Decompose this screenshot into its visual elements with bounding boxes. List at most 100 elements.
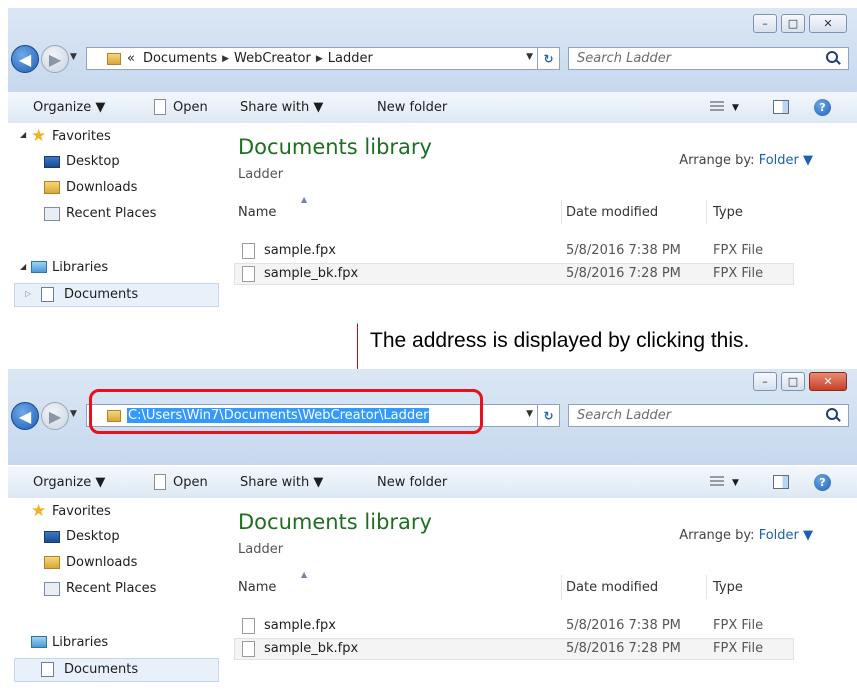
forward-button[interactable]: ▶ <box>41 45 69 73</box>
help-icon[interactable]: ? <box>814 99 831 116</box>
column-divider[interactable] <box>561 200 562 224</box>
nav-desktop[interactable]: Desktop <box>66 154 120 169</box>
open-button[interactable]: Open <box>173 100 208 115</box>
nav-recent-places[interactable]: Recent Places <box>66 206 156 221</box>
folder-icon <box>107 52 121 65</box>
breadcrumb-separator-icon[interactable]: ▶ <box>316 54 323 64</box>
views-icon[interactable] <box>710 476 724 488</box>
help-icon[interactable]: ? <box>814 474 831 491</box>
nav-libraries[interactable]: Libraries <box>52 260 108 275</box>
file-icon <box>242 243 255 259</box>
column-type[interactable]: Type <box>713 580 743 595</box>
back-button[interactable]: ◀ <box>11 45 39 73</box>
file-name[interactable]: sample.fpx <box>264 243 336 258</box>
search-box[interactable]: Search Ladder <box>568 47 849 70</box>
favorites-expanded-icon[interactable]: ◢ <box>20 130 26 139</box>
command-bar: Organize ▼ Open Share with ▼ New folder … <box>8 92 857 124</box>
file-list-pane: Documents library Ladder Arrange by: Fol… <box>220 498 857 697</box>
search-icon[interactable] <box>826 407 842 424</box>
documents-icon <box>41 287 54 302</box>
documents-collapsed-icon[interactable]: ▷ <box>25 289 31 298</box>
address-dropdown-icon[interactable]: ▼ <box>526 52 533 62</box>
desktop-icon <box>44 156 60 168</box>
nav-documents[interactable]: Documents <box>64 287 138 302</box>
organize-button[interactable]: Organize ▼ <box>33 475 105 490</box>
file-name[interactable]: sample_bk.fpx <box>264 266 358 281</box>
navigation-pane: ★ Favorites Desktop Downloads Recent Pla… <box>8 498 220 697</box>
share-with-button[interactable]: Share with ▼ <box>240 475 323 490</box>
window-controls: – □ ✕ <box>749 372 847 391</box>
recent-pages-dropdown[interactable]: ▼ <box>70 409 77 419</box>
column-name[interactable]: Name <box>238 580 276 595</box>
address-dropdown-icon[interactable]: ▼ <box>526 409 533 419</box>
search-input[interactable]: Search Ladder <box>577 51 826 66</box>
new-folder-button[interactable]: New folder <box>377 475 447 490</box>
file-name[interactable]: sample.fpx <box>264 618 336 633</box>
search-input[interactable]: Search Ladder <box>577 408 826 423</box>
breadcrumb-ladder[interactable]: Ladder <box>328 51 373 66</box>
arrange-by-dropdown[interactable]: Folder ▼ <box>759 153 813 168</box>
views-icon[interactable] <box>710 101 724 113</box>
address-bar[interactable]: « Documents ▶ WebCreator ▶ Ladder ▼ <box>86 47 538 70</box>
nav-recent-places[interactable]: Recent Places <box>66 581 156 596</box>
breadcrumb-documents[interactable]: Documents <box>143 51 217 66</box>
close-button[interactable]: ✕ <box>809 372 847 391</box>
preview-pane-icon[interactable] <box>773 100 789 114</box>
arrange-by[interactable]: Arrange by: Folder ▼ <box>679 528 813 543</box>
back-button[interactable]: ◀ <box>11 402 39 430</box>
nav-favorites[interactable]: Favorites <box>52 129 111 144</box>
file-date: 5/8/2016 7:28 PM <box>566 641 681 656</box>
breadcrumb-overflow[interactable]: « <box>127 51 135 66</box>
file-name[interactable]: sample_bk.fpx <box>264 641 358 656</box>
minimize-button[interactable]: – <box>753 14 777 33</box>
new-folder-button[interactable]: New folder <box>377 100 447 115</box>
downloads-icon <box>44 556 60 569</box>
nav-libraries[interactable]: Libraries <box>52 635 108 650</box>
nav-documents[interactable]: Documents <box>64 662 138 677</box>
preview-pane-icon[interactable] <box>773 475 789 489</box>
organize-button[interactable]: Organize ▼ <box>33 100 105 115</box>
library-title: Documents library <box>238 510 432 534</box>
refresh-icon[interactable]: ↻ <box>538 47 560 70</box>
open-button[interactable]: Open <box>173 475 208 490</box>
recent-places-icon <box>44 207 60 221</box>
maximize-button[interactable]: □ <box>781 372 805 391</box>
minimize-button[interactable]: – <box>753 372 777 391</box>
refresh-icon[interactable]: ↻ <box>538 404 560 427</box>
callout-text: The address is displayed by clicking thi… <box>370 329 750 352</box>
column-divider[interactable] <box>706 200 707 224</box>
column-name[interactable]: Name <box>238 205 276 220</box>
nav-downloads[interactable]: Downloads <box>66 555 137 570</box>
file-date: 5/8/2016 7:38 PM <box>566 243 681 258</box>
open-file-icon <box>154 99 166 115</box>
column-date-modified[interactable]: Date modified <box>566 205 658 220</box>
recent-pages-dropdown[interactable]: ▼ <box>70 52 77 62</box>
search-icon[interactable] <box>826 50 842 67</box>
arrange-by-dropdown[interactable]: Folder ▼ <box>759 528 813 543</box>
navigation-pane: ◢ ★ Favorites Desktop Downloads Recent P… <box>8 123 220 326</box>
share-with-button[interactable]: Share with ▼ <box>240 100 323 115</box>
column-divider[interactable] <box>561 575 562 599</box>
star-icon: ★ <box>31 126 47 146</box>
arrange-by-label: Arrange by: <box>679 153 755 168</box>
libraries-expanded-icon[interactable]: ◢ <box>20 262 26 271</box>
column-date-modified[interactable]: Date modified <box>566 580 658 595</box>
arrange-by[interactable]: Arrange by: Folder ▼ <box>679 153 813 168</box>
breadcrumb-separator-icon[interactable]: ▶ <box>222 54 229 64</box>
sort-ascending-icon: ▲ <box>301 570 308 579</box>
column-divider[interactable] <box>706 575 707 599</box>
column-type[interactable]: Type <box>713 205 743 220</box>
nav-desktop[interactable]: Desktop <box>66 529 120 544</box>
search-box[interactable]: Search Ladder <box>568 404 849 427</box>
maximize-button[interactable]: □ <box>781 14 805 33</box>
file-type: FPX File <box>713 618 764 633</box>
forward-button[interactable]: ▶ <box>41 402 69 430</box>
breadcrumb-webcreator[interactable]: WebCreator <box>234 51 311 66</box>
libraries-icon <box>31 261 47 273</box>
close-button[interactable]: ✕ <box>809 14 847 33</box>
views-dropdown-icon[interactable]: ▼ <box>732 478 739 488</box>
nav-favorites[interactable]: Favorites <box>52 504 111 519</box>
views-dropdown-icon[interactable]: ▼ <box>732 103 739 113</box>
nav-downloads[interactable]: Downloads <box>66 180 137 195</box>
arrange-by-label: Arrange by: <box>679 528 755 543</box>
